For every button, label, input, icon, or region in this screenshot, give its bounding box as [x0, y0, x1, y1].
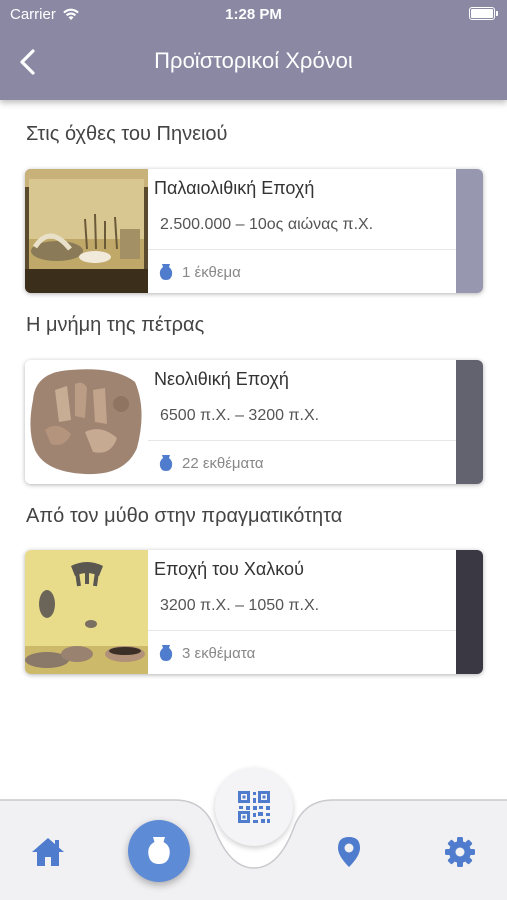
neolithic-exhibit-image [25, 360, 148, 484]
location-pin-icon[interactable] [336, 836, 362, 868]
era-card-paleolithic[interactable]: Παλαιολιθική Εποχή 2.500.000 – 10ος αιών… [25, 169, 483, 293]
era-card-neolithic[interactable]: Νεολιθική Εποχή 6500 π.Χ. – 3200 π.Χ. 22… [25, 360, 483, 484]
exhibit-count: 22 εκθέματα [182, 454, 264, 472]
divider [148, 249, 456, 250]
era-name: Νεολιθική Εποχή [154, 369, 289, 389]
vase-icon [159, 264, 173, 280]
era-name: Εποχή του Χαλκού [154, 559, 304, 579]
top-bar: Carrier 1:28 PM Προϊστορικοί Χρόνοι [0, 0, 507, 100]
divider [148, 440, 456, 441]
collections-tab-button[interactable] [128, 820, 190, 882]
qr-code-icon [238, 791, 270, 823]
section-title: Στις όχθες του Πηνειού [26, 123, 228, 145]
era-period: 2.500.000 – 10ος αιώνας π.Χ. [160, 216, 374, 233]
nav-bar: Προϊστορικοί Χρόνοι [0, 28, 507, 96]
card-accent-bar [456, 360, 483, 484]
vase-icon [159, 455, 173, 471]
era-card-bronze-age[interactable]: Εποχή του Χαλκού 3200 π.Χ. – 1050 π.Χ. 3… [25, 550, 483, 674]
vase-icon [148, 837, 170, 864]
qr-scan-button[interactable] [215, 768, 293, 846]
battery-icon [469, 7, 498, 20]
section-title: Η μνήμη της πέτρας [26, 314, 205, 336]
page-title: Προϊστορικοί Χρόνοι [154, 48, 353, 73]
era-name: Παλαιολιθική Εποχή [154, 178, 315, 198]
status-time: 1:28 PM [225, 6, 282, 23]
era-period: 6500 π.Χ. – 3200 π.Χ. [160, 407, 320, 424]
vase-icon [159, 645, 173, 661]
exhibit-count: 1 έκθεμα [182, 263, 241, 281]
paleolithic-exhibit-image [25, 169, 148, 293]
gear-icon[interactable] [444, 836, 476, 868]
bronze-age-exhibit-image [25, 550, 148, 674]
card-accent-bar [456, 169, 483, 293]
card-accent-bar [456, 550, 483, 674]
era-period: 3200 π.Χ. – 1050 π.Χ. [160, 597, 320, 614]
section-title: Από τον μύθο στην πραγματικότητα [26, 505, 343, 527]
divider [148, 630, 456, 631]
status-bar: Carrier 1:28 PM [0, 0, 507, 28]
exhibit-count: 3 εκθέματα [182, 644, 256, 662]
home-icon[interactable] [30, 836, 66, 868]
